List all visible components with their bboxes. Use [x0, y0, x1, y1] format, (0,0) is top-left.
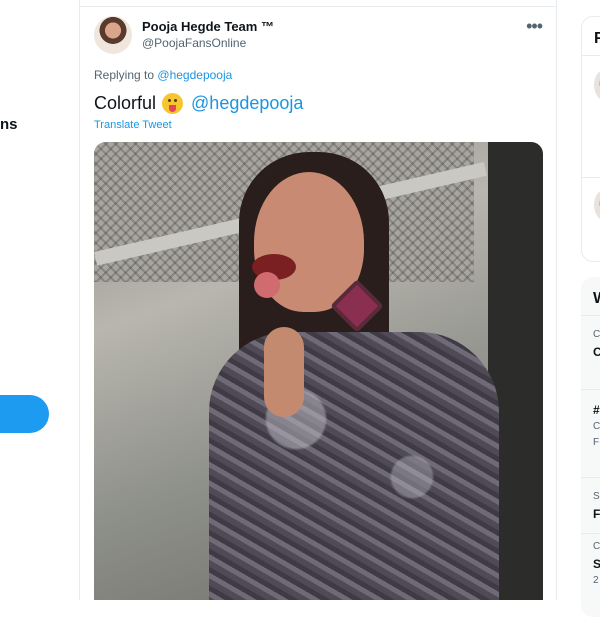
nav-item-label[interactable]: ns: [0, 116, 18, 133]
right-sidebar: F W C C # C F S F C S 2: [557, 0, 600, 617]
divider: [581, 533, 600, 534]
tweet-mention[interactable]: @hegdepooja: [191, 93, 303, 114]
who-to-follow-panel: F: [581, 16, 600, 262]
divider: [581, 477, 600, 478]
translate-tweet-link[interactable]: Translate Tweet: [94, 119, 172, 131]
main-column: Pooja Hegde Team ™ @PoojaFansOnline ••• …: [79, 0, 557, 600]
trends-panel: W C C # C F S F C S 2: [581, 277, 600, 617]
avatar[interactable]: [594, 189, 600, 221]
trend-title[interactable]: F: [593, 507, 600, 521]
replying-to: Replying to @hegdepooja: [94, 68, 232, 82]
trend-count: 2: [593, 575, 599, 586]
divider: [80, 6, 556, 7]
tweet-text-body: Colorful: [94, 93, 157, 113]
display-name[interactable]: Pooja Hegde Team ™: [142, 19, 274, 34]
divider: [582, 177, 600, 178]
replying-to-mention[interactable]: @hegdepooja: [157, 68, 232, 82]
avatar[interactable]: [94, 16, 132, 54]
photo-subject-tongue: [254, 272, 280, 298]
trend-context: S: [593, 491, 600, 502]
trend-context: C: [593, 329, 600, 340]
trend-title[interactable]: C: [593, 345, 600, 359]
tweet-button[interactable]: [0, 395, 49, 433]
user-handle[interactable]: @PoojaFansOnline: [142, 36, 246, 50]
photo-subject-hand: [264, 327, 304, 417]
photo-subject-body: [209, 332, 499, 600]
trend-context: C: [593, 421, 600, 432]
avatar[interactable]: [594, 69, 600, 101]
trend-context: F: [593, 437, 600, 448]
more-horizontal-icon[interactable]: •••: [526, 16, 543, 37]
divider: [581, 389, 600, 390]
left-nav: ns: [0, 0, 79, 600]
divider: [581, 315, 600, 316]
panel-title: F: [594, 30, 600, 47]
tweet-text: Colorful @hegdepooja: [94, 93, 303, 114]
trend-title[interactable]: S: [593, 557, 600, 571]
divider: [582, 55, 600, 56]
trend-context: C: [593, 541, 600, 552]
face-with-tongue-emoji-icon: [162, 93, 184, 114]
tweet-photo[interactable]: [94, 142, 543, 600]
trend-title[interactable]: #: [593, 403, 600, 417]
panel-title: W: [593, 290, 600, 308]
replying-to-prefix: Replying to: [94, 68, 155, 82]
